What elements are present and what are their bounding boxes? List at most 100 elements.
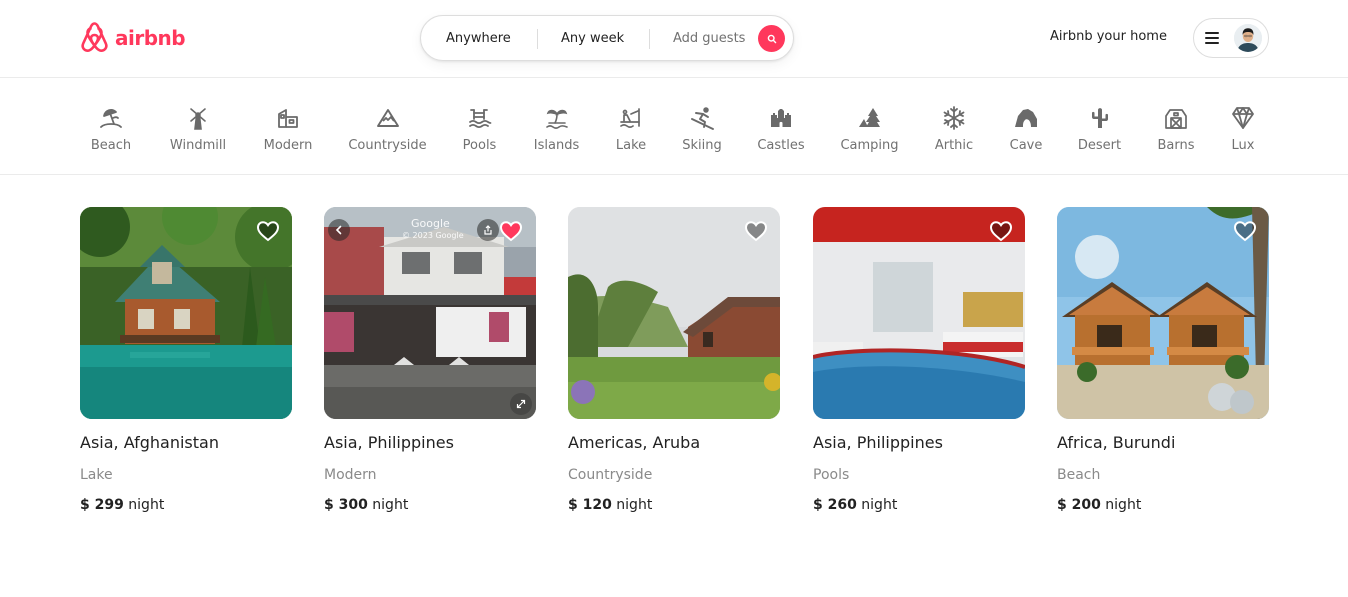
listing-photo[interactable] bbox=[813, 207, 1025, 419]
category-islands[interactable]: Islands bbox=[534, 105, 579, 153]
category-label: Castles bbox=[757, 138, 805, 153]
airbnb-logo[interactable]: airbnb bbox=[80, 21, 186, 54]
host-your-home-link[interactable]: Airbnb your home bbox=[1050, 29, 1167, 44]
category-lake[interactable]: Lake bbox=[616, 105, 646, 153]
listing-photo[interactable] bbox=[80, 207, 292, 419]
category-camping[interactable]: Camping bbox=[840, 105, 899, 153]
user-avatar bbox=[1234, 24, 1262, 52]
user-menu-button[interactable] bbox=[1193, 18, 1269, 58]
category-modern[interactable]: Modern bbox=[264, 105, 312, 153]
lake-icon bbox=[618, 105, 644, 131]
price-unit: night bbox=[861, 497, 898, 513]
listing-title: Asia, Philippines bbox=[324, 433, 454, 452]
category-countryside[interactable]: Countryside bbox=[348, 105, 427, 153]
category-label: Beach bbox=[90, 138, 132, 153]
heart-icon[interactable] bbox=[256, 219, 280, 243]
search-dates[interactable]: Any week bbox=[561, 15, 624, 61]
island-icon bbox=[544, 105, 570, 131]
listing-card[interactable]: Africa, Burundi Beach $ 200 night bbox=[1057, 207, 1269, 513]
expand-button[interactable] bbox=[510, 393, 532, 415]
price-unit: night bbox=[616, 497, 653, 513]
pool-icon bbox=[467, 105, 493, 131]
price-amount: $ 300 bbox=[324, 497, 368, 513]
category-pools[interactable]: Pools bbox=[462, 105, 497, 153]
category-label: Arthic bbox=[934, 138, 974, 153]
category-label: Cave bbox=[1009, 138, 1043, 153]
listing-title: Asia, Afghanistan bbox=[80, 433, 219, 452]
windmill-icon bbox=[185, 105, 211, 131]
listing-card[interactable]: Americas, Aruba Countryside $ 120 night bbox=[568, 207, 780, 513]
category-label: Desert bbox=[1077, 138, 1122, 153]
search-button[interactable] bbox=[758, 25, 785, 52]
listing-price: $ 120 night bbox=[568, 497, 780, 513]
category-label: Countryside bbox=[348, 138, 427, 153]
listing-category: Pools bbox=[813, 467, 850, 483]
listing-price: $ 260 night bbox=[813, 497, 1025, 513]
price-amount: $ 120 bbox=[568, 497, 612, 513]
category-label: Skiing bbox=[682, 138, 722, 153]
heart-icon[interactable] bbox=[1233, 219, 1257, 243]
street-view-copyright: © 2023 Google bbox=[402, 231, 464, 240]
listing-card[interactable]: Google © 2023 Google Asia, Philippines M… bbox=[324, 207, 536, 513]
snowflake-icon bbox=[941, 105, 967, 131]
listing-photo[interactable]: Google © 2023 Google bbox=[324, 207, 536, 419]
category-lux[interactable]: Lux bbox=[1230, 105, 1256, 153]
street-view-brand: Google bbox=[411, 217, 450, 230]
listing-title: Africa, Burundi bbox=[1057, 433, 1176, 452]
hamburger-icon bbox=[1205, 32, 1219, 44]
listing-photo[interactable] bbox=[1057, 207, 1269, 419]
listing-price: $ 299 night bbox=[80, 497, 292, 513]
heart-icon[interactable] bbox=[499, 219, 523, 243]
price-unit: night bbox=[128, 497, 165, 513]
category-windmill[interactable]: Windmill bbox=[168, 105, 228, 153]
category-cave[interactable]: Cave bbox=[1010, 105, 1042, 153]
search-divider bbox=[649, 29, 650, 49]
cave-icon bbox=[1013, 105, 1039, 131]
expand-icon bbox=[516, 399, 526, 409]
category-arthic[interactable]: Arthic bbox=[934, 105, 974, 153]
listing-card[interactable]: Asia, Philippines Pools $ 260 night bbox=[813, 207, 1025, 513]
mountain-icon bbox=[375, 105, 401, 131]
category-label: Modern bbox=[263, 138, 313, 153]
category-label: Islands bbox=[533, 138, 580, 153]
listing-photo[interactable] bbox=[568, 207, 780, 419]
listing-title: Americas, Aruba bbox=[568, 433, 701, 452]
listing-title: Asia, Philippines bbox=[813, 433, 943, 452]
skiing-icon bbox=[689, 105, 715, 131]
brand-name: airbnb bbox=[115, 25, 186, 50]
category-skiing[interactable]: Skiing bbox=[682, 105, 722, 153]
previous-photo-button[interactable] bbox=[328, 219, 350, 241]
category-bar: Beach Windmill Modern Countryside Pools … bbox=[0, 78, 1348, 175]
search-location[interactable]: Anywhere bbox=[446, 15, 511, 61]
category-label: Barns bbox=[1157, 138, 1195, 153]
category-beach[interactable]: Beach bbox=[90, 105, 132, 153]
category-castles[interactable]: Castles bbox=[757, 105, 805, 153]
price-amount: $ 260 bbox=[813, 497, 857, 513]
listing-price: $ 300 night bbox=[324, 497, 536, 513]
category-barns[interactable]: Barns bbox=[1157, 105, 1195, 153]
price-unit: night bbox=[1105, 497, 1142, 513]
category-desert[interactable]: Desert bbox=[1078, 105, 1121, 153]
category-label: Lux bbox=[1231, 138, 1255, 153]
listing-category: Beach bbox=[1057, 467, 1101, 483]
price-amount: $ 299 bbox=[80, 497, 124, 513]
search-divider bbox=[537, 29, 538, 49]
listing-price: $ 200 night bbox=[1057, 497, 1269, 513]
top-header: airbnb Anywhere Any week Add guests Airb… bbox=[0, 0, 1348, 78]
search-bar[interactable]: Anywhere Any week Add guests bbox=[420, 15, 794, 61]
category-label: Lake bbox=[615, 138, 647, 153]
search-guests[interactable]: Add guests bbox=[673, 15, 745, 61]
listing-category: Modern bbox=[324, 467, 377, 483]
price-unit: night bbox=[372, 497, 409, 513]
heart-icon[interactable] bbox=[989, 219, 1013, 243]
search-icon bbox=[767, 34, 776, 43]
diamond-icon bbox=[1230, 105, 1256, 131]
barn-icon bbox=[1163, 105, 1189, 131]
heart-icon[interactable] bbox=[744, 219, 768, 243]
listing-category: Lake bbox=[80, 467, 113, 483]
camping-icon bbox=[857, 105, 883, 131]
listing-card[interactable]: Asia, Afghanistan Lake $ 299 night bbox=[80, 207, 292, 513]
share-button[interactable] bbox=[477, 219, 499, 241]
category-label: Camping bbox=[840, 138, 899, 153]
share-icon bbox=[484, 225, 492, 235]
